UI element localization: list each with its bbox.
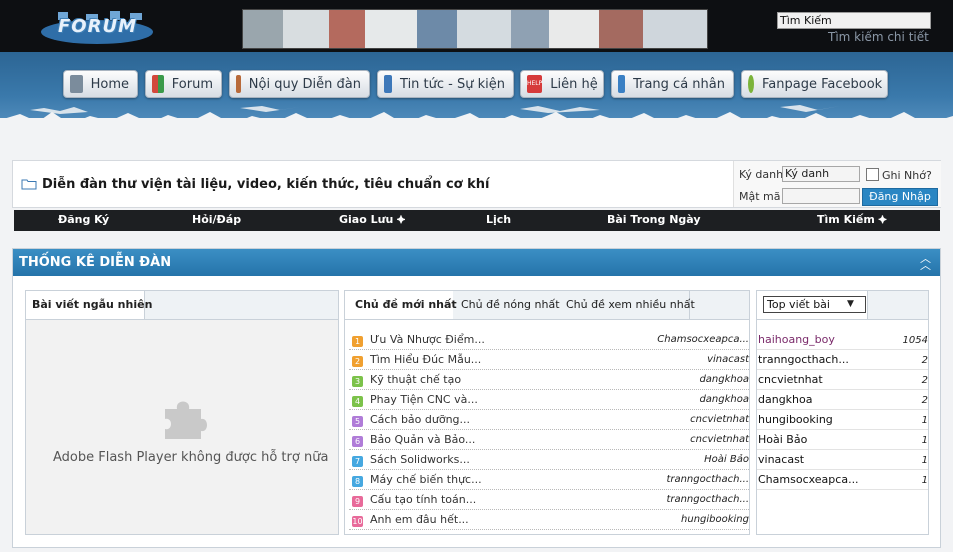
rank-badge: 8: [352, 476, 363, 487]
topic-link[interactable]: Kỹ thuật chế tạo: [370, 373, 461, 386]
nav-facebook-label: Fanpage Facebook: [762, 76, 883, 92]
top-poster-name[interactable]: dangkhoa: [758, 393, 813, 406]
plugin-puzzle-icon: [165, 401, 207, 439]
torn-paper-edge: [0, 105, 953, 140]
top-poster-name[interactable]: Hoài Bảo: [758, 433, 807, 446]
tab-newest-topics-label: Chủ đề mới nhất: [355, 298, 457, 311]
nav-contact-button[interactable]: HELP Liên hệ: [520, 70, 604, 98]
top-poster-name[interactable]: Chamsocxeapca...: [758, 473, 859, 486]
top-poster-count: 1054: [902, 335, 928, 346]
rank-badge: 3: [352, 376, 363, 387]
chevron-down-icon: ▼: [847, 299, 854, 309]
nav-forum-button[interactable]: Forum: [145, 70, 222, 98]
topic-author[interactable]: cncvietnhat: [690, 414, 749, 425]
username-label: Ký danh: [739, 168, 784, 181]
top-poster-name[interactable]: vinacast: [758, 453, 804, 466]
rank-badge: 1: [352, 336, 363, 347]
rank-badge: 9: [352, 496, 363, 507]
help-icon: HELP: [527, 75, 543, 93]
topic-link[interactable]: Bảo Quản và Bảo...: [370, 433, 475, 446]
nav-home-button[interactable]: Home: [63, 70, 138, 98]
remember-label: Ghi Nhớ?: [882, 169, 932, 182]
forum-stats-title: THỐNG KÊ DIỄN ĐÀN: [19, 255, 172, 270]
password-input[interactable]: [782, 188, 860, 204]
nav-news-button[interactable]: Tin tức - Sự kiện: [377, 70, 514, 98]
top-poster-count: 2: [921, 395, 928, 406]
nav-facebook-button[interactable]: Fanpage Facebook: [741, 70, 888, 98]
top-poster-count: 1: [921, 435, 928, 446]
tab-most-viewed-topics-label: Chủ đề xem nhiều nhất: [566, 298, 695, 311]
advert-banner[interactable]: [242, 9, 708, 49]
topic-author[interactable]: tranngocthach...: [666, 474, 749, 485]
rank-badge: 7: [352, 456, 363, 467]
menu-search[interactable]: Tìm Kiếm ⯌: [817, 213, 887, 227]
rank-badge: 10: [352, 516, 363, 527]
login-button[interactable]: Đăng Nhập: [862, 188, 938, 206]
advanced-search-link[interactable]: Tìm kiếm chi tiết: [828, 30, 929, 44]
username-input[interactable]: Ký danh: [782, 166, 860, 182]
topic-author[interactable]: Chamsocxeapca...: [657, 334, 749, 345]
nav-rules-label: Nội quy Diễn đàn: [248, 76, 361, 92]
nav-forum-label: Forum: [171, 76, 213, 92]
forum-blocks-icon: [152, 75, 164, 93]
top-poster-count: 1: [921, 475, 928, 486]
rank-badge: 4: [352, 396, 363, 407]
top-poster-count: 1: [921, 415, 928, 426]
logo-text: FORUM: [58, 16, 137, 37]
tab-hot-topics-label: Chủ đề nóng nhất: [461, 298, 560, 311]
topic-link[interactable]: Sách Solidworks...: [370, 453, 470, 466]
menu-register[interactable]: Đăng Ký: [58, 213, 109, 226]
rank-badge: 5: [352, 416, 363, 427]
nav-news-label: Tin tức - Sự kiện: [400, 76, 505, 92]
nav-rules-button[interactable]: Nội quy Diễn đàn: [229, 70, 370, 98]
top-poster-name[interactable]: tranngocthach...: [758, 353, 849, 366]
topic-author[interactable]: hungibooking: [681, 514, 749, 525]
nav-home-label: Home: [90, 76, 129, 92]
home-icon: [70, 75, 83, 93]
nav-profile-button[interactable]: Trang cá nhân: [611, 70, 734, 98]
profile-icon: [618, 75, 626, 93]
topic-author[interactable]: cncvietnhat: [690, 434, 749, 445]
main-menu-bar: [14, 210, 940, 231]
top-poster-name[interactable]: hungibooking: [758, 413, 833, 426]
collapse-icon[interactable]: ︿ ︿: [920, 253, 932, 271]
top-poster-name[interactable]: haihoang_boy: [758, 333, 835, 346]
rules-icon: [236, 75, 241, 93]
topic-link[interactable]: Phay Tiện CNC và...: [370, 393, 478, 406]
topic-author[interactable]: dangkhoa: [699, 394, 749, 405]
menu-faq[interactable]: Hỏi/Đáp: [192, 213, 241, 226]
menu-community[interactable]: Giao Lưu ⯌: [339, 213, 406, 227]
menu-today-posts[interactable]: Bài Trong Ngày: [607, 213, 701, 226]
rank-badge: 6: [352, 436, 363, 447]
folder-icon: [21, 179, 37, 190]
topic-link[interactable]: Ưu Và Nhược Điểm...: [370, 333, 485, 346]
facebook-ring-icon: [748, 75, 754, 93]
topic-author[interactable]: tranngocthach...: [666, 494, 749, 505]
top-poster-count: 2: [921, 355, 928, 366]
menu-calendar[interactable]: Lịch: [486, 213, 511, 226]
topic-link[interactable]: Tìm Hiểu Đúc Mẫu...: [370, 353, 481, 366]
topic-link[interactable]: Anh em đâu hết...: [370, 513, 469, 526]
rank-badge: 2: [352, 356, 363, 367]
topic-link[interactable]: Cấu tạo tính toán...: [370, 493, 476, 506]
nav-profile-label: Trang cá nhân: [633, 76, 725, 92]
search-input[interactable]: Tìm Kiếm: [777, 12, 931, 29]
remember-checkbox[interactable]: [866, 168, 879, 181]
site-title: Diễn đàn thư viện tài liệu, video, kiến …: [42, 177, 490, 192]
tab-random-post-label: Bài viết ngẫu nhiên: [32, 298, 153, 311]
nav-contact-label: Liên hệ: [550, 76, 598, 92]
top-poster-count: 1: [921, 455, 928, 466]
topic-author[interactable]: dangkhoa: [699, 374, 749, 385]
topic-link[interactable]: Máy chế biến thực...: [370, 473, 482, 486]
topic-author[interactable]: Hoài Bảo: [704, 454, 749, 465]
topic-author[interactable]: vinacast: [707, 354, 749, 365]
news-icon: [384, 75, 393, 93]
topic-link[interactable]: Cách bảo dưỡng...: [370, 413, 470, 426]
top-poster-count: 2: [921, 375, 928, 386]
flash-unsupported-message: Adobe Flash Player không được hỗ trợ nữa: [53, 450, 329, 465]
password-label: Mật mã: [739, 190, 781, 203]
top-poster-name[interactable]: cncvietnhat: [758, 373, 823, 386]
